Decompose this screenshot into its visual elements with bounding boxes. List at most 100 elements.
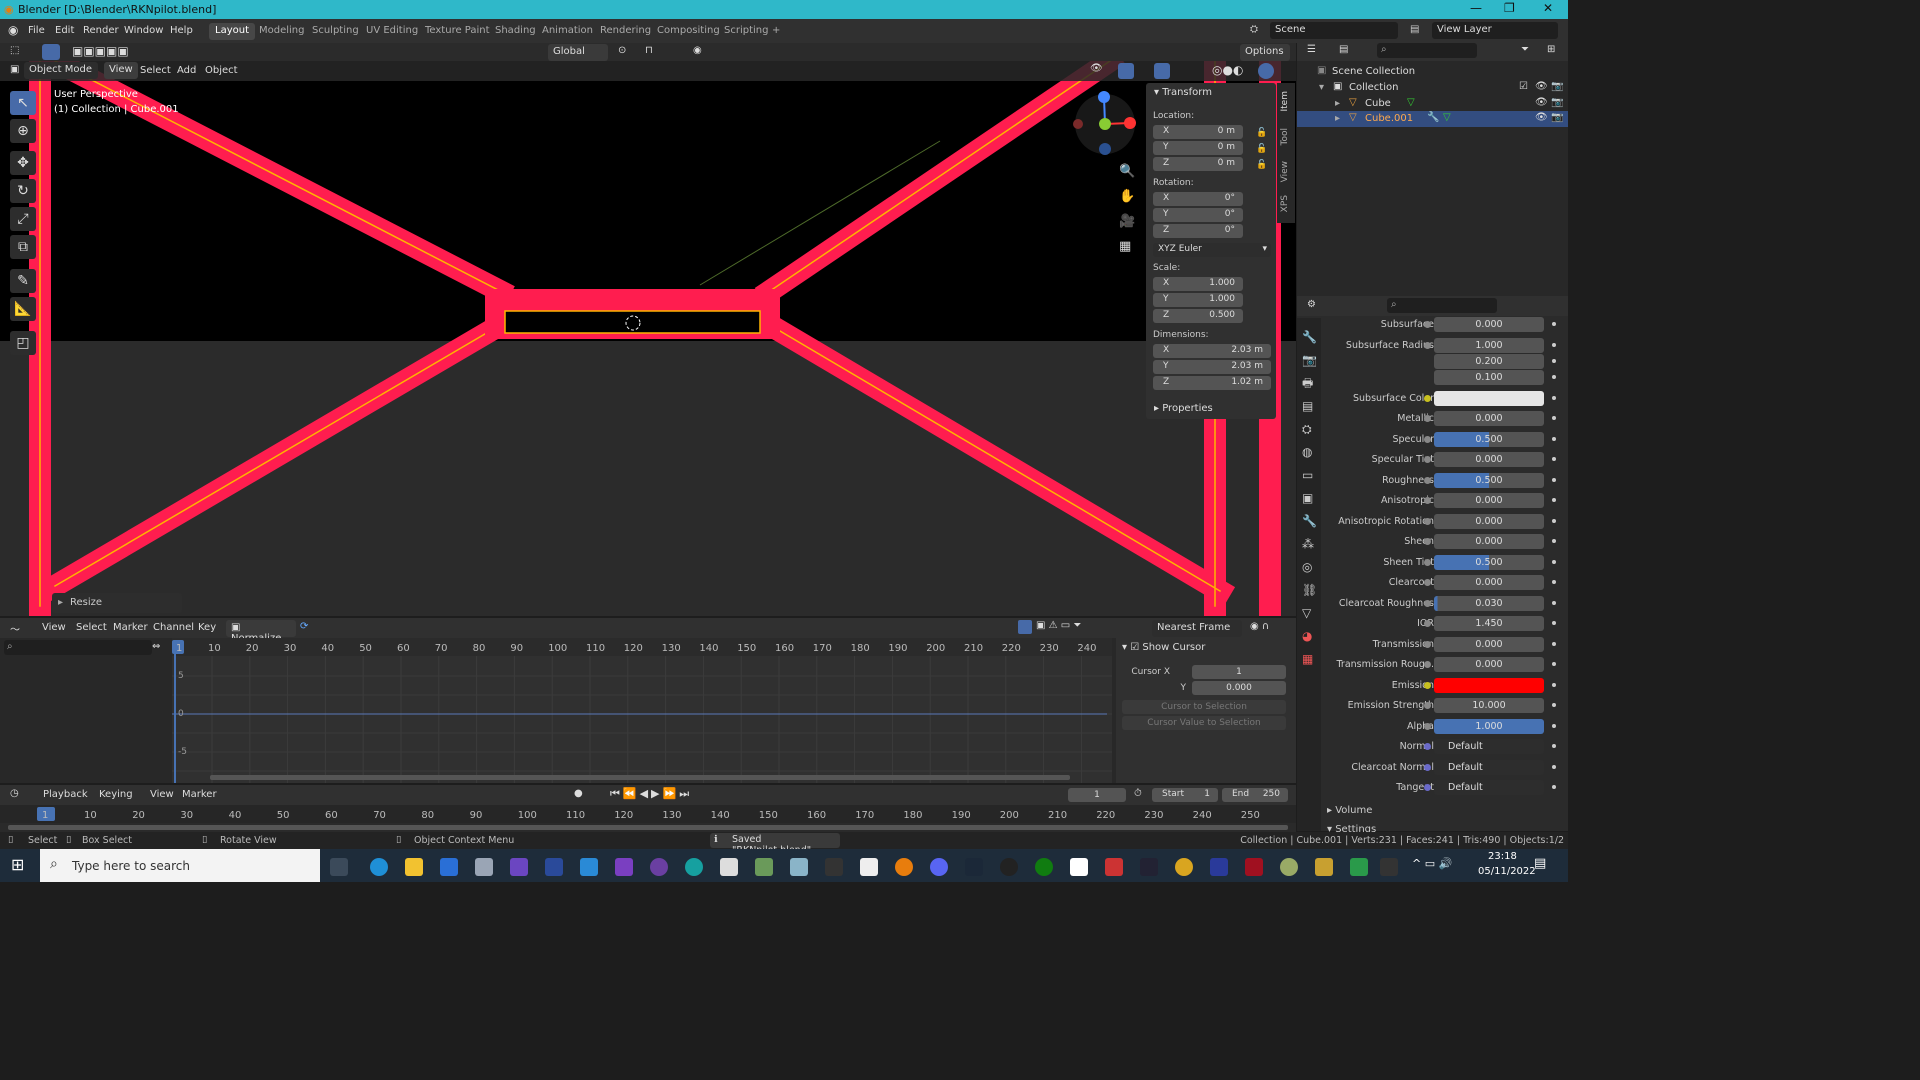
tab-xps[interactable]: XPS <box>1280 195 1290 212</box>
add-workspace-button[interactable]: + <box>766 23 786 40</box>
xbox-icon[interactable] <box>1035 858 1053 876</box>
box-select-mode-icons[interactable]: ▣▣▣▣▣ <box>72 44 129 58</box>
pivot-icon[interactable]: ⊙ <box>618 45 626 56</box>
property-value-field[interactable]: 1.000 <box>1434 718 1544 734</box>
socket-dot-icon[interactable] <box>1424 435 1431 443</box>
viewport-menu-view[interactable]: View <box>104 62 138 79</box>
clock-time[interactable]: 23:18 <box>1488 851 1517 862</box>
property-value-field[interactable]: 0.200 <box>1434 353 1544 369</box>
normalize-toggle[interactable]: ▣ Normalize <box>226 620 296 644</box>
properties-tabs[interactable]: 🔧 📷 🖶 ▤ ⛭ ◍ ▭ ▣ 🔧 ⁂ ◎ ⛓ ▽ ◕ ▦ <box>1302 326 1317 671</box>
collection-eye-icon[interactable]: 👁 <box>1535 81 1548 92</box>
property-value-field[interactable]: 0.000 <box>1434 575 1544 590</box>
outliner-item-cube-001[interactable]: Cube.001 <box>1365 113 1413 124</box>
socket-dot-icon[interactable] <box>1424 456 1431 463</box>
arduino-icon[interactable] <box>685 858 703 876</box>
rotation-z-field[interactable]: Z 0° <box>1153 224 1243 238</box>
socket-dot-icon[interactable] <box>1424 579 1431 586</box>
app-icon-10[interactable] <box>1140 858 1158 876</box>
keyframe-dot-icon[interactable] <box>1552 539 1556 543</box>
app-icon-11[interactable] <box>1175 858 1193 876</box>
blender-taskbar-icon[interactable] <box>895 858 913 876</box>
collection-tab-icon[interactable]: ▭ <box>1302 464 1317 487</box>
clock-date[interactable]: 05/11/2022 <box>1478 866 1536 877</box>
socket-dot-icon[interactable] <box>1424 722 1431 730</box>
app-icon-16[interactable] <box>1350 858 1368 876</box>
socket-dot-icon[interactable] <box>1424 784 1431 791</box>
show-cursor-checkbox[interactable]: ▾ ☑ Show Cursor <box>1122 642 1205 653</box>
constraints-tab-icon[interactable]: ⛓ <box>1302 579 1317 602</box>
object-mode-dropdown[interactable]: Object Mode <box>24 62 98 79</box>
tab-texture-paint[interactable]: Texture Paint <box>419 23 496 40</box>
property-value-field[interactable]: 0.000 <box>1434 513 1544 529</box>
viewport-menu-select[interactable]: Select <box>140 65 171 76</box>
app-icon-2[interactable] <box>510 858 528 876</box>
keyframe-dot-icon[interactable] <box>1552 559 1556 564</box>
start-frame-field[interactable]: Start 1 <box>1152 788 1218 802</box>
app-icon-15[interactable] <box>1315 858 1333 876</box>
tool-tab-icon[interactable]: 🔧 <box>1302 326 1317 349</box>
end-frame-field[interactable]: End 250 <box>1222 788 1288 802</box>
properties-subpanel[interactable]: ▸ Properties <box>1154 403 1213 414</box>
object-tab-icon[interactable]: ▣ <box>1302 487 1317 510</box>
cursor-y-field[interactable]: 0.000 <box>1192 681 1286 695</box>
socket-dot-icon[interactable] <box>1424 599 1431 607</box>
outliner-editor-icon[interactable]: ☰ <box>1307 44 1316 55</box>
properties-editor-icon[interactable]: ⚙ <box>1307 299 1316 310</box>
render-tab-icon[interactable]: 📷 <box>1302 349 1317 372</box>
graph-menu-key[interactable]: Key <box>198 622 216 633</box>
property-value-field[interactable]: 0.000 <box>1434 534 1544 549</box>
particles-tab-icon[interactable]: ⁂ <box>1302 533 1317 556</box>
keyframe-dot-icon[interactable] <box>1552 580 1556 584</box>
keyframe-dot-icon[interactable] <box>1552 358 1556 363</box>
cursor-x-field[interactable]: 1 <box>1192 665 1286 679</box>
outliner-search-input[interactable]: ⌕ <box>1377 43 1477 58</box>
navigation-gizmo[interactable] <box>1070 89 1140 159</box>
graph-editor[interactable]: 〜 View Select Marker Channel Key ▣ Norma… <box>0 618 1296 783</box>
property-value-field[interactable]: 0.000 <box>1434 452 1544 467</box>
add-cube-tool-icon[interactable]: ◰ <box>10 331 36 355</box>
socket-dot-icon[interactable] <box>1424 640 1431 648</box>
dimensions-x-field[interactable]: X 2.03 m <box>1153 344 1271 358</box>
material-tab-icon[interactable]: ◕ <box>1302 625 1317 648</box>
tray-icons[interactable]: ^ ▭ 🔊 <box>1412 857 1452 870</box>
proportional-icon[interactable]: ◉ ∩ <box>1250 621 1269 632</box>
last-operator-panel[interactable]: ▸ Resize <box>52 593 182 613</box>
move-tool-icon[interactable]: ✥ <box>10 151 36 175</box>
app-icon-14[interactable] <box>1280 858 1298 876</box>
socket-dot-icon[interactable] <box>1424 743 1431 750</box>
tab-shading[interactable]: Shading <box>489 23 542 40</box>
expand-icon[interactable]: ▸ <box>1335 113 1340 124</box>
tab-sculpting[interactable]: Sculpting <box>306 23 365 40</box>
socket-dot-icon[interactable] <box>1424 620 1431 627</box>
property-value-field[interactable]: 10.000 <box>1434 698 1544 713</box>
playback-controls-icons[interactable]: ⏮⏪◀▶⏩⏭ <box>610 787 692 801</box>
property-value-field[interactable]: 0.000 <box>1434 493 1544 508</box>
timeline-frames[interactable]: 1 10 20 30 40 50 60 70 80 90 100 110 120 130 140 150 160… <box>0 805 1296 832</box>
view-layer-selector[interactable]: View Layer <box>1432 22 1558 39</box>
only-selected-icon[interactable] <box>1018 620 1032 634</box>
keyframe-dot-icon[interactable] <box>1552 600 1556 605</box>
keyframe-dot-icon[interactable] <box>1552 518 1556 523</box>
keyframe-dot-icon[interactable] <box>1552 662 1556 666</box>
scene-tab-icon[interactable]: ⛭ <box>1302 418 1317 441</box>
keyframe-dot-icon[interactable] <box>1552 374 1556 379</box>
timeline-menu-view[interactable]: View <box>150 789 174 800</box>
collection-checkbox-icon[interactable]: ☑ <box>1519 81 1528 92</box>
socket-dot-icon[interactable] <box>1424 497 1431 504</box>
rotation-x-field[interactable]: X 0° <box>1153 192 1243 206</box>
editor-type-icon[interactable]: ⬚ <box>10 45 19 56</box>
auto-normalize-icon[interactable]: ⟳ <box>300 621 308 632</box>
property-value-field[interactable]: 0.500 <box>1434 431 1544 447</box>
property-value-field[interactable]: 0.000 <box>1434 657 1544 672</box>
collapse-icon[interactable]: ▾ <box>1319 82 1324 93</box>
gizmo-toggle-icon[interactable] <box>1118 63 1134 79</box>
zoom-icon[interactable]: 🔍 <box>1119 159 1135 184</box>
socket-dot-icon[interactable] <box>1424 415 1431 422</box>
transform-header[interactable]: ▾ Transform <box>1154 87 1212 98</box>
tab-animation[interactable]: Animation <box>536 23 599 40</box>
timeline-editor-icon[interactable]: ◷ <box>10 788 19 799</box>
app-icon-13[interactable] <box>1245 858 1263 876</box>
properties-search-input[interactable]: ⌕ <box>1387 298 1497 313</box>
graph-menu-channel[interactable]: Channel <box>153 622 194 633</box>
